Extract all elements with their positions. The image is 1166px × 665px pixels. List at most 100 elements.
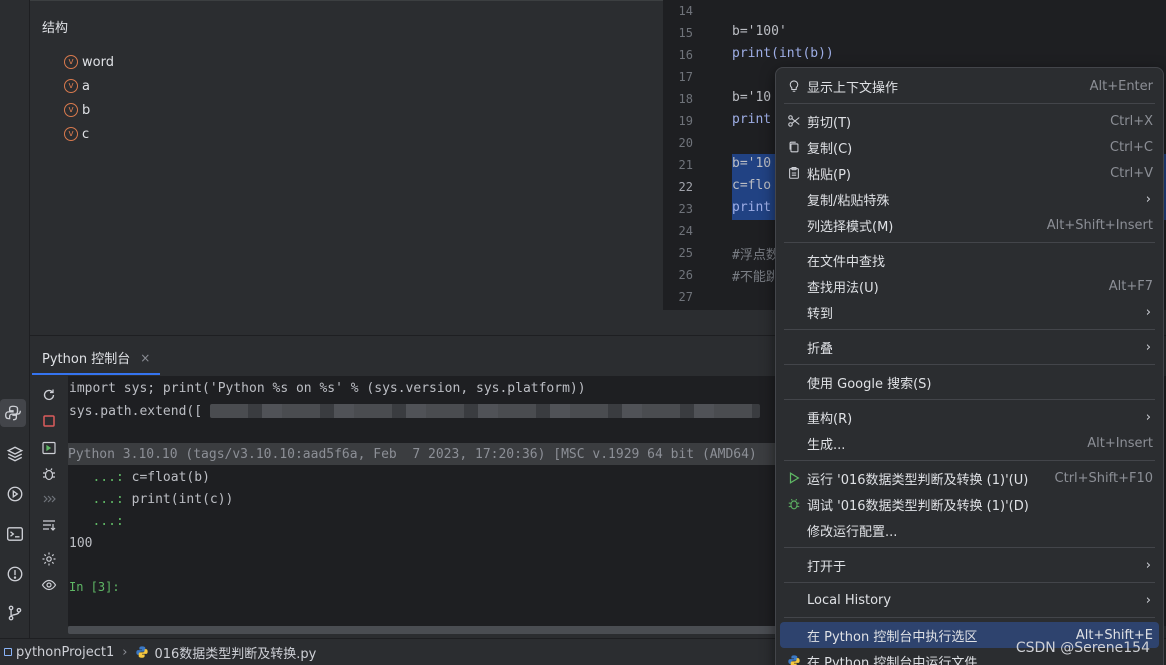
run-icon <box>786 470 802 486</box>
rerun-icon[interactable] <box>38 384 60 406</box>
menu-item-open-in[interactable]: 打开于 › <box>780 552 1159 578</box>
menu-item-refactor[interactable]: 重构(R) › <box>780 404 1159 430</box>
code-text: print <box>732 200 772 215</box>
menu-item-label: 打开于 <box>807 559 847 575</box>
line-number: 21 <box>678 158 693 172</box>
console-line: ...: print(int(c)) <box>69 488 233 510</box>
history-icon[interactable] <box>38 488 60 510</box>
console-text: print(int(c)) <box>123 491 234 507</box>
structure-item-label: word <box>82 54 114 70</box>
menu-item-generate[interactable]: 生成... Alt+Insert <box>780 430 1159 456</box>
input-prompt[interactable]: In [3]: <box>69 576 120 598</box>
code-text: b='10 <box>732 156 772 171</box>
menu-item-local-history[interactable]: Local History › <box>780 587 1159 613</box>
console-text: c=float(b) <box>123 469 210 485</box>
menu-item-label: 在文件中查找 <box>807 254 886 270</box>
menu-item-column-selection[interactable]: 列选择模式(M) Alt+Shift+Insert <box>780 212 1159 238</box>
active-tab-indicator <box>32 373 160 375</box>
menu-item-shortcut: Ctrl+Shift+F10 <box>1054 470 1153 486</box>
line-number: 18 <box>678 92 693 106</box>
tab-python-console[interactable]: Python 控制台 × <box>42 348 150 368</box>
python-console-icon[interactable] <box>0 399 26 427</box>
menu-item-show-context-actions[interactable]: 显示上下文操作 Alt+Enter <box>780 73 1159 99</box>
menu-item-paste[interactable]: 粘贴(P) Ctrl+V <box>780 160 1159 186</box>
menu-item-label: 在 Python 控制台中运行文件 <box>807 655 978 665</box>
menu-item-folding[interactable]: 折叠 › <box>780 334 1159 360</box>
soft-wrap-icon[interactable] <box>38 514 60 536</box>
debug-icon[interactable] <box>38 463 60 485</box>
code-line: 14 <box>663 0 1166 22</box>
structure-item-b[interactable]: v b <box>64 100 90 120</box>
code-comment: #不能跳 <box>732 270 779 285</box>
settings-icon[interactable] <box>38 548 60 570</box>
menu-item-label: 粘贴(P) <box>807 167 851 183</box>
close-icon[interactable]: × <box>140 351 150 365</box>
structure-item-a[interactable]: v a <box>64 76 90 96</box>
menu-item-label: 显示上下文操作 <box>807 80 899 96</box>
code-text: print(int(b)) <box>732 46 834 61</box>
menu-item-find-usages[interactable]: 查找用法(U) Alt+F7 <box>780 273 1159 299</box>
menu-item-run[interactable]: 运行 '016数据类型判断及转换 (1)'(U) Ctrl+Shift+F10 <box>780 465 1159 491</box>
chevron-right-icon: › <box>1145 304 1151 320</box>
breadcrumb-project[interactable]: pythonProject1 <box>16 645 114 660</box>
services-icon[interactable] <box>0 480 30 508</box>
menu-item-label: 复制(C) <box>807 141 853 157</box>
menu-separator <box>784 364 1155 365</box>
stop-icon[interactable] <box>38 410 60 432</box>
execute-icon[interactable] <box>38 437 60 459</box>
menu-item-label: 查找用法(U) <box>807 280 879 296</box>
menu-separator <box>784 617 1155 618</box>
git-branch-icon[interactable] <box>0 599 30 627</box>
variable-icon: v <box>64 79 78 93</box>
menu-item-find-in-files[interactable]: 在文件中查找 <box>780 247 1159 273</box>
chevron-right-icon: › <box>1145 592 1151 608</box>
menu-item-shortcut: Alt+F7 <box>1108 278 1153 294</box>
show-variables-icon[interactable] <box>38 574 60 596</box>
menu-item-goto[interactable]: 转到 › <box>780 299 1159 325</box>
menu-item-shortcut: Ctrl+C <box>1109 139 1153 155</box>
console-text: sys.path.extend([ <box>69 403 203 419</box>
scissors-icon <box>786 113 802 129</box>
line-number: 17 <box>678 70 693 84</box>
code-text: c=flo <box>732 178 772 193</box>
menu-item-shortcut: Ctrl+V <box>1110 165 1153 181</box>
terminal-icon[interactable] <box>0 520 30 548</box>
menu-separator <box>784 460 1155 461</box>
console-output-value: 100 <box>69 535 93 551</box>
horizontal-scrollbar[interactable] <box>68 626 808 634</box>
python-file-icon <box>136 646 149 658</box>
structure-item-word[interactable]: v word <box>64 52 114 72</box>
menu-item-label: 运行 '016数据类型判断及转换 (1)'(U) <box>807 472 1029 488</box>
menu-item-label: 生成... <box>807 437 846 453</box>
structure-item-c[interactable]: v c <box>64 124 89 144</box>
problems-icon[interactable] <box>0 560 30 588</box>
structure-panel: 结构 v word v a v b v c <box>30 0 663 335</box>
menu-item-label: 复制/粘贴特殊 <box>807 193 890 209</box>
breadcrumb-file[interactable]: 016数据类型判断及转换.py <box>154 643 316 662</box>
menu-separator <box>784 399 1155 400</box>
menu-separator <box>784 242 1155 243</box>
menu-item-copy-paste-special[interactable]: 复制/粘贴特殊 › <box>780 186 1159 212</box>
structure-item-label: a <box>82 78 90 94</box>
menu-item-cut[interactable]: 剪切(T) Ctrl+X <box>780 108 1159 134</box>
console-line: ...: c=float(b) <box>69 466 210 488</box>
chevron-right-icon: › <box>1145 557 1151 573</box>
menu-item-google-search[interactable]: 使用 Google 搜索(S) <box>780 369 1159 395</box>
menu-separator <box>784 547 1155 548</box>
menu-item-debug[interactable]: 调试 '016数据类型判断及转换 (1)'(D) <box>780 491 1159 517</box>
menu-item-shortcut: Alt+Shift+Insert <box>1046 217 1153 233</box>
python-icon <box>786 653 802 665</box>
layers-icon[interactable] <box>0 440 30 468</box>
menu-item-modify-run-config[interactable]: 修改运行配置... <box>780 517 1159 543</box>
menu-item-shortcut: Alt+Insert <box>1087 435 1153 451</box>
structure-title: 结构 <box>42 21 69 36</box>
menu-item-copy[interactable]: 复制(C) Ctrl+C <box>780 134 1159 160</box>
code-line: 15 b='100' <box>663 22 1166 44</box>
editor-context-menu: 显示上下文操作 Alt+Enter 剪切(T) Ctrl+X 复制(C) Ctr… <box>775 67 1164 665</box>
menu-separator <box>784 582 1155 583</box>
continuation-prompt: ...: <box>69 491 124 507</box>
chevron-right-icon: › <box>1145 191 1151 207</box>
menu-item-label: 重构(R) <box>807 411 853 427</box>
continuation-prompt: ...: <box>69 469 124 485</box>
console-line: import sys; print('Python %s on %s' % (s… <box>69 380 586 396</box>
